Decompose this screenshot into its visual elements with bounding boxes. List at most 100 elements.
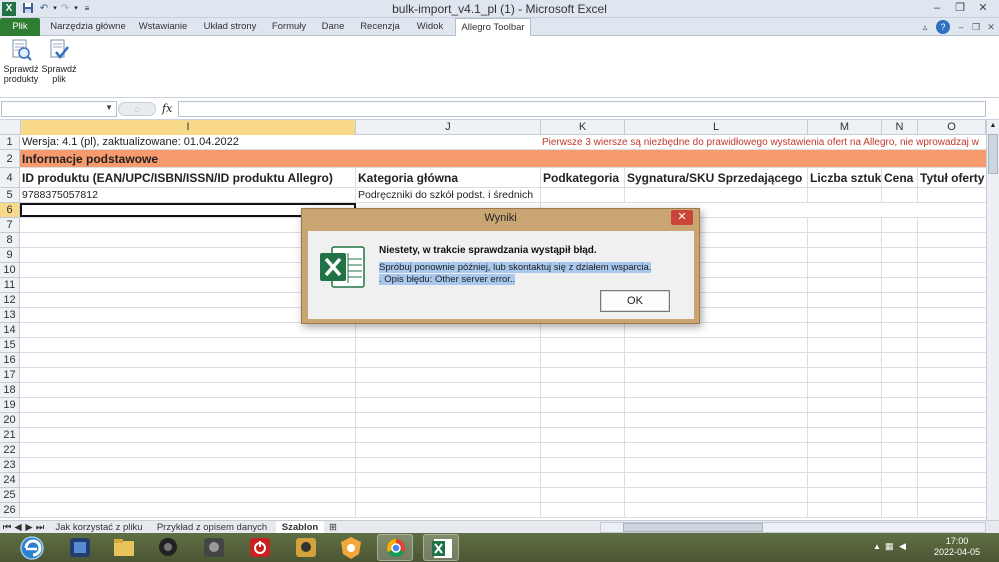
empty-cell[interactable] [356, 338, 541, 352]
cell-l5[interactable] [625, 188, 808, 202]
row-header[interactable]: 2 [0, 150, 20, 168]
row-header[interactable]: 13 [0, 308, 20, 323]
clock[interactable]: 17:00 2022-04-05 [927, 536, 987, 558]
empty-cell[interactable] [356, 473, 541, 487]
network-icon[interactable]: ▦ [885, 541, 894, 552]
internet-explorer-icon[interactable] [62, 534, 98, 561]
empty-cell[interactable] [808, 248, 882, 262]
empty-cell[interactable] [625, 368, 808, 382]
empty-cell[interactable] [808, 353, 882, 367]
empty-cell[interactable] [882, 353, 918, 367]
empty-cell[interactable] [808, 488, 882, 502]
empty-cell[interactable] [541, 443, 625, 457]
header-main-category[interactable]: Kategoria główna [356, 168, 541, 187]
start-button[interactable] [12, 534, 54, 561]
header-product-id[interactable]: ID produktu (EAN/UPC/ISBN/ISSN/ID produk… [20, 168, 356, 187]
empty-cell[interactable] [541, 368, 625, 382]
empty-cell[interactable] [882, 218, 918, 232]
formula-input[interactable] [178, 101, 986, 117]
empty-cell[interactable] [356, 353, 541, 367]
column-header-n[interactable]: N [882, 120, 918, 135]
row-header[interactable]: 16 [0, 353, 20, 368]
help-icon[interactable]: ? [936, 20, 950, 34]
insert-function-icon[interactable]: fx [162, 102, 172, 115]
tools-app-icon[interactable] [196, 534, 232, 561]
empty-cell[interactable] [882, 233, 918, 247]
empty-cell[interactable] [356, 428, 541, 442]
header-price[interactable]: Cena [882, 168, 918, 187]
empty-cell[interactable] [541, 353, 625, 367]
row-header[interactable]: 4 [0, 168, 20, 188]
empty-cell[interactable] [356, 458, 541, 472]
row-header[interactable]: 6 [0, 203, 20, 218]
empty-cell[interactable] [882, 503, 918, 517]
horizontal-scroll-thumb[interactable] [623, 523, 763, 532]
empty-cell[interactable] [625, 488, 808, 502]
tab-allegro-toolbar[interactable]: Allegro Toolbar [455, 18, 531, 37]
horizontal-scrollbar[interactable] [600, 522, 986, 533]
empty-cell[interactable] [625, 503, 808, 517]
header-quantity[interactable]: Liczba sztuk [808, 168, 882, 187]
empty-cell[interactable] [356, 398, 541, 412]
vertical-scrollbar[interactable]: ▲ [986, 120, 999, 520]
header-seller-sku[interactable]: Sygnatura/SKU Sprzedającego [625, 168, 808, 187]
row-header[interactable]: 15 [0, 338, 20, 353]
empty-cell[interactable] [541, 338, 625, 352]
header-subcategory[interactable]: Podkategoria [541, 168, 625, 187]
empty-cell[interactable] [356, 368, 541, 382]
cell-m5[interactable] [808, 188, 882, 202]
name-box[interactable]: ▼ [1, 101, 117, 117]
empty-cell[interactable] [882, 263, 918, 277]
tab-insert[interactable]: Wstawianie [136, 18, 190, 36]
empty-cell[interactable] [808, 458, 882, 472]
empty-cell[interactable] [356, 383, 541, 397]
power-app-icon[interactable] [242, 534, 278, 561]
empty-cell[interactable] [541, 323, 625, 337]
browser-app-icon[interactable] [333, 534, 369, 561]
minimize-icon[interactable]: – [926, 1, 948, 16]
empty-cell[interactable] [882, 488, 918, 502]
tab-home[interactable]: Narzędzia główne [47, 18, 129, 36]
empty-cell[interactable] [20, 353, 356, 367]
minimize-ribbon-icon[interactable]: ▵ [918, 20, 932, 34]
tab-view[interactable]: Widok [411, 18, 449, 36]
column-header-l[interactable]: L [625, 120, 808, 135]
empty-cell[interactable] [808, 398, 882, 412]
name-box-dropdown-icon[interactable]: ▼ [105, 103, 113, 112]
empty-cell[interactable] [20, 368, 356, 382]
workbook-close-icon[interactable]: ✕ [984, 20, 998, 34]
row-header[interactable]: 21 [0, 428, 20, 443]
empty-cell[interactable] [808, 218, 882, 232]
empty-cell[interactable] [625, 353, 808, 367]
empty-cell[interactable] [20, 338, 356, 352]
row-header[interactable]: 17 [0, 368, 20, 383]
empty-cell[interactable] [625, 338, 808, 352]
column-header-o[interactable]: O [918, 120, 986, 135]
tab-file[interactable]: Plik [0, 18, 40, 36]
empty-cell[interactable] [882, 323, 918, 337]
row-header[interactable]: 20 [0, 413, 20, 428]
workbook-restore-icon[interactable]: ❐ [969, 20, 983, 34]
empty-cell[interactable] [808, 233, 882, 247]
empty-cell[interactable] [808, 293, 882, 307]
empty-cell[interactable] [541, 383, 625, 397]
row-header[interactable]: 26 [0, 503, 20, 518]
empty-cell[interactable] [541, 473, 625, 487]
empty-cell[interactable] [882, 293, 918, 307]
empty-cell[interactable] [20, 473, 356, 487]
tab-formulas[interactable]: Formuły [269, 18, 309, 36]
tab-data[interactable]: Dane [318, 18, 348, 36]
empty-cell[interactable] [808, 503, 882, 517]
column-header-m[interactable]: M [808, 120, 882, 135]
empty-cell[interactable] [882, 248, 918, 262]
excel-taskbar-icon[interactable] [423, 534, 459, 561]
tab-page-layout[interactable]: Układ strony [199, 18, 261, 36]
empty-cell[interactable] [541, 503, 625, 517]
file-explorer-icon[interactable] [106, 534, 142, 561]
tray-expand-icon[interactable]: ▲ [873, 542, 881, 551]
empty-cell[interactable] [808, 413, 882, 427]
cell-k1-note[interactable]: Pierwsze 3 wiersze są niezbędne do prawi… [540, 135, 987, 149]
check-products-button[interactable]: Sprawdź produkty [2, 38, 40, 84]
empty-cell[interactable] [808, 308, 882, 322]
scroll-up-icon[interactable]: ▲ [987, 120, 999, 132]
